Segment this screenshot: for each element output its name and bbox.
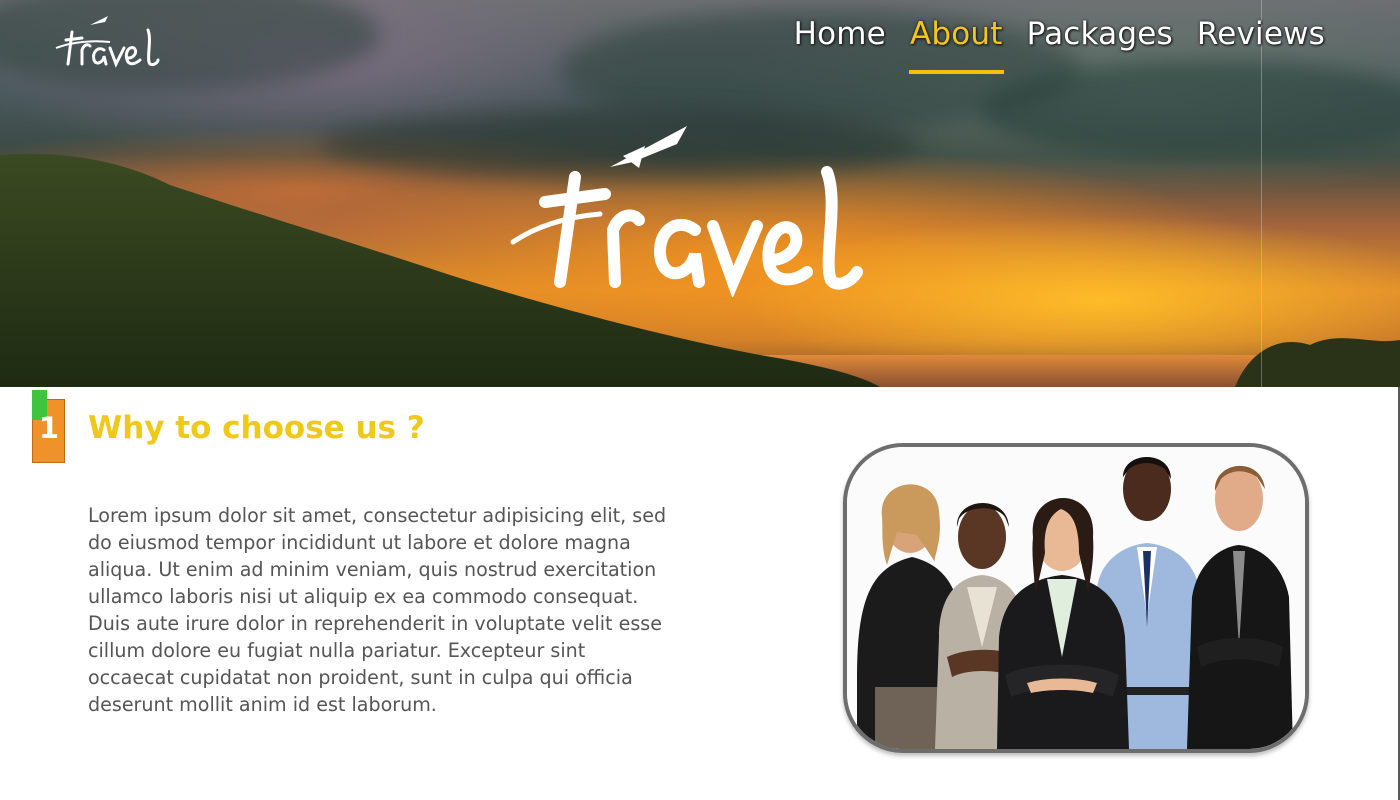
nav-item-home[interactable]: Home — [793, 16, 887, 52]
hero-banner: Home About Packages Reviews — [0, 0, 1400, 387]
vertical-guide-line — [1261, 0, 1262, 387]
active-nav-underline — [908, 70, 1004, 74]
nav-item-about[interactable]: About — [908, 16, 1004, 74]
main-nav: Home About Packages Reviews — [793, 16, 1326, 74]
nav-item-packages[interactable]: Packages — [1026, 16, 1174, 52]
section-number: 1 — [38, 411, 60, 445]
nav-item-about-label: About — [909, 16, 1003, 52]
nav-item-reviews[interactable]: Reviews — [1196, 16, 1326, 52]
travel-logo-icon[interactable] — [52, 12, 162, 72]
section-body-text: Lorem ipsum dolor sit amet, consectetur … — [88, 504, 667, 716]
travel-airplane-logo-icon — [510, 126, 863, 297]
business-team-illustration — [847, 447, 1305, 749]
section-title: Why to choose us ? — [88, 410, 425, 446]
team-photo — [843, 443, 1309, 753]
